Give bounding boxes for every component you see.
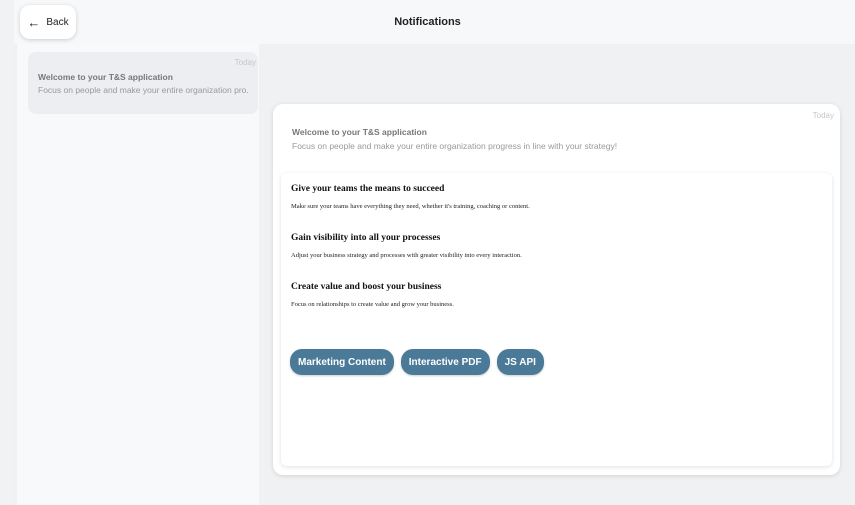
action-buttons: Marketing Content Interactive PDF JS API	[290, 349, 544, 375]
section-heading: Gain visibility into all your processes	[291, 233, 441, 243]
notification-detail: Today Welcome to your T&S application Fo…	[273, 104, 840, 475]
section-text: Focus on relationships to create value a…	[291, 301, 454, 308]
arrow-left-icon: ←	[27, 14, 41, 30]
notification-content: Give your teams the means to succeed Mak…	[281, 173, 832, 466]
notification-list-item[interactable]: Today Welcome to your T&S application Fo…	[28, 52, 258, 114]
content-section: Give your teams the means to succeed Mak…	[291, 184, 822, 210]
content-section: Create value and boost your business Foc…	[291, 282, 822, 308]
back-button[interactable]: ← Back	[20, 5, 76, 39]
marketing-content-button[interactable]: Marketing Content	[290, 349, 394, 375]
interactive-pdf-button[interactable]: Interactive PDF	[400, 349, 490, 375]
page-title: Notifications	[394, 16, 461, 28]
section-text: Adjust your business strategy and proces…	[291, 252, 522, 259]
section-heading: Give your teams the means to succeed	[291, 184, 445, 194]
content-section: Gain visibility into all your processes …	[291, 233, 822, 259]
section-heading: Create value and boost your business	[291, 282, 442, 292]
notification-detail-subtitle: Focus on people and make your entire org…	[292, 141, 618, 151]
back-button-label: Back	[46, 16, 69, 28]
section-text: Make sure your teams have everything the…	[291, 203, 530, 210]
notification-title: Welcome to your T&S application	[38, 72, 173, 82]
js-api-button[interactable]: JS API	[496, 349, 544, 375]
notification-date: Today	[234, 58, 256, 67]
notification-detail-date: Today	[812, 111, 834, 120]
notification-detail-title: Welcome to your T&S application	[292, 127, 427, 137]
notification-preview: Focus on people and make your entire org…	[38, 85, 248, 95]
